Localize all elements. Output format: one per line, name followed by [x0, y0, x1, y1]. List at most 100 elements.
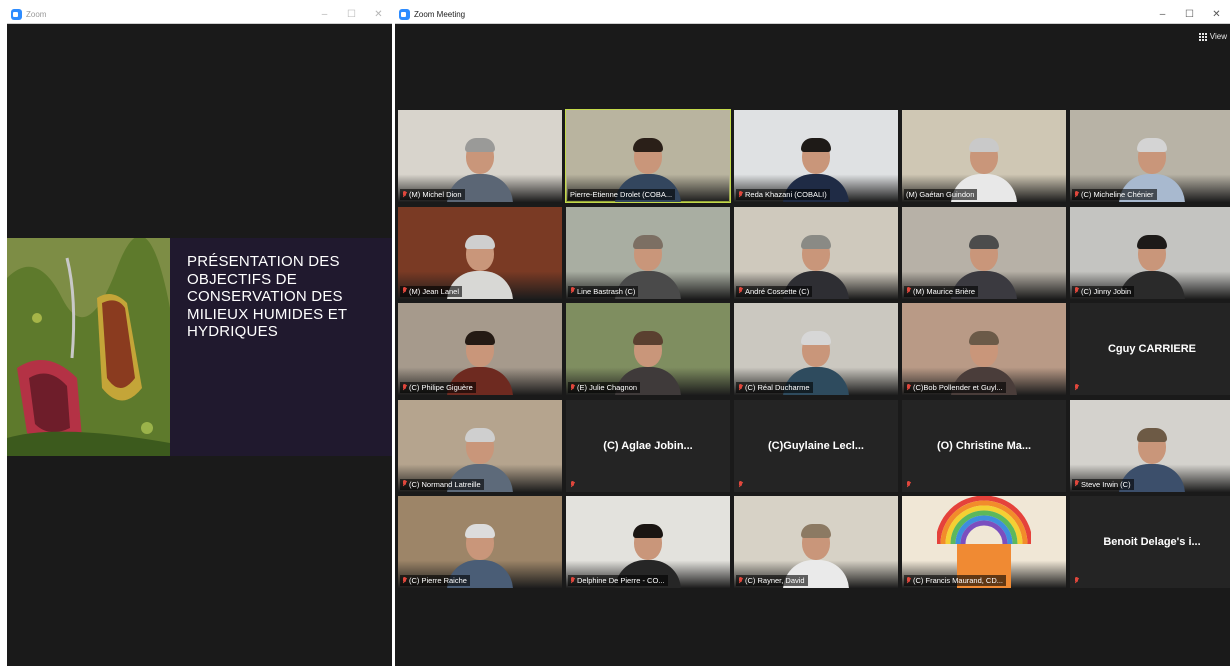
slide-title-line: HYDRIQUES — [187, 323, 278, 340]
participant-tile[interactable]: (C) Philipe Giguère — [398, 303, 562, 395]
grid-view-icon — [1198, 32, 1207, 41]
slide-title-line: OBJECTIFS DE — [187, 270, 297, 288]
muted-mic-icon — [906, 287, 911, 295]
participant-name: (C) Francis Maurand, CD... — [913, 576, 1004, 585]
participant-tile[interactable]: (C)Guylaine Lecl... — [734, 399, 898, 492]
participant-name: Benoit Delage's i... — [1103, 536, 1201, 548]
figure-hair — [801, 331, 831, 345]
participant-tile[interactable]: Pierre-Etienne Drolet (COBA... — [565, 109, 731, 203]
zoom-logo-icon — [11, 9, 22, 20]
figure-hair — [801, 138, 831, 152]
figure-hair — [633, 138, 663, 152]
muted-mic-icon — [570, 383, 575, 392]
participant-name-label: (C) Rayner, David — [736, 575, 808, 586]
participant-tile[interactable]: (M) Michel Dion — [398, 110, 562, 202]
figure-hair — [969, 331, 999, 345]
participant-name: (C)Guylaine Lecl... — [768, 439, 864, 452]
figure-hair — [633, 331, 663, 345]
zoom-logo-icon — [399, 9, 410, 20]
participant-tile[interactable]: (E) Julie Chagnon — [566, 303, 730, 395]
participant-tile[interactable]: (M) Jean Lanel — [398, 206, 562, 299]
participant-tile[interactable]: (C) Francis Maurand, CD... — [902, 496, 1066, 588]
participant-name-label: (C) Réal Ducharme — [736, 382, 813, 393]
muted-mic-icon — [906, 383, 911, 392]
close-button[interactable]: ✕ — [1203, 6, 1230, 23]
participant-name: (C) Micheline Chénier — [1081, 190, 1154, 199]
pitcher-plant-photo — [7, 238, 170, 456]
slide-title-line: CONSERVATION DES — [187, 288, 343, 305]
participant-name: (M) Jean Lanel — [409, 286, 460, 296]
participant-name: (O) Christine Ma... — [936, 439, 1032, 452]
participant-name-label: (C) Normand Latreille — [400, 478, 484, 490]
participant-tile[interactable]: (C) Jinny Jobin — [1070, 206, 1230, 299]
participant-tile[interactable]: (C) Aglae Jobin... — [566, 399, 730, 492]
share-window: Zoom – ☐ ✕ PRÉSENTATION DES OBJECTIFS DE… — [7, 6, 392, 666]
participant-name-label: (C) Philipe Giguère — [400, 382, 476, 393]
participant-name-label: Pierre-Etienne Drolet (COBA... — [568, 189, 676, 200]
muted-mic-icon — [570, 480, 575, 489]
muted-mic-icon — [570, 576, 575, 585]
muted-mic-icon — [402, 190, 407, 199]
figure-hair — [1137, 234, 1167, 249]
muted-mic-icon — [570, 287, 575, 295]
muted-mic-icon — [402, 287, 407, 295]
participant-tile[interactable]: (C) Réal Ducharme — [734, 303, 898, 395]
participant-tile[interactable]: Benoit Delage's i... — [1070, 496, 1230, 588]
participant-tile[interactable]: Line Bastrash (C) — [566, 206, 730, 299]
figure-hair — [633, 234, 663, 249]
minimize-button[interactable]: – — [1149, 6, 1176, 23]
participant-tile[interactable]: (M) Maurice Brière — [902, 206, 1066, 299]
participant-tile[interactable]: Steve Irwin (C) — [1070, 399, 1230, 492]
muted-mic-icon — [1074, 287, 1079, 295]
participant-name: (C) Jinny Jobin — [1081, 286, 1132, 296]
participant-tile[interactable]: (C) Pierre Raiche — [398, 496, 562, 588]
meeting-window-title: Zoom Meeting — [414, 10, 466, 19]
figure-hair — [801, 524, 831, 538]
participant-tile[interactable]: (C) Rayner, David — [734, 496, 898, 588]
participant-name: (C) Normand Latreille — [409, 479, 481, 489]
slide-title-line: MILIEUX HUMIDES ET — [187, 305, 348, 323]
participant-name: (C) Rayner, David — [745, 576, 805, 585]
participant-tile[interactable]: (O) Christine Ma... — [902, 399, 1066, 492]
participant-tile[interactable]: Cguy CARRIERE — [1070, 303, 1230, 395]
participant-tile[interactable]: Delphine De Pierre - CO... — [566, 496, 730, 588]
figure-hair — [465, 331, 495, 345]
maximize-button[interactable]: ☐ — [338, 6, 365, 23]
participant-name: (M) Gaétan Guindon — [906, 190, 975, 199]
muted-mic-icon — [738, 287, 743, 295]
participant-name-label: (M) Michel Dion — [400, 189, 465, 200]
muted-mic-icon — [402, 480, 407, 488]
maximize-button[interactable]: ☐ — [1176, 6, 1203, 23]
slide-title-line: PRÉSENTATION DES — [187, 253, 340, 270]
meeting-titlebar[interactable]: Zoom Meeting – ☐ ✕ — [395, 6, 1230, 24]
view-button[interactable]: View — [1198, 32, 1227, 41]
share-titlebar[interactable]: Zoom – ☐ ✕ — [7, 6, 392, 24]
participant-name: (C)Bob Pollender et Guyl... — [913, 383, 1003, 392]
participant-tile[interactable]: Reda Khazani (COBALI) — [734, 110, 898, 202]
figure-hair — [465, 427, 495, 442]
minimize-button[interactable]: – — [311, 6, 338, 23]
muted-mic-icon — [906, 480, 911, 489]
meeting-window: Zoom Meeting – ☐ ✕ View (M) Michel Dion P… — [395, 6, 1230, 666]
participant-name-label: (E) Julie Chagnon — [568, 382, 641, 393]
view-label: View — [1209, 32, 1227, 41]
participant-name: (E) Julie Chagnon — [577, 383, 638, 392]
participant-name-label: Reda Khazani (COBALI) — [736, 189, 830, 200]
participant-tile[interactable]: (C) Micheline Chénier — [1070, 110, 1230, 202]
close-button[interactable]: ✕ — [365, 6, 392, 23]
participant-name: (C) Aglae Jobin... — [603, 439, 693, 452]
participant-name-label: (M) Jean Lanel — [400, 285, 463, 297]
figure-hair — [969, 138, 999, 152]
participant-tile[interactable]: (M) Gaétan Guindon — [902, 110, 1066, 202]
participant-tile[interactable]: André Cossette (C) — [734, 206, 898, 299]
participant-name-label: (C)Bob Pollender et Guyl... — [904, 382, 1006, 393]
participant-name-label: (C) Pierre Raiche — [400, 575, 470, 586]
participant-name: (C) Pierre Raiche — [409, 576, 467, 585]
participant-name-label: (M) Gaétan Guindon — [904, 189, 978, 200]
participant-tile[interactable]: (C)Bob Pollender et Guyl... — [902, 303, 1066, 395]
muted-mic-icon — [738, 480, 743, 489]
participant-name: Pierre-Etienne Drolet (COBA... — [570, 190, 673, 199]
share-window-title: Zoom — [26, 10, 47, 19]
participant-tile[interactable]: (C) Normand Latreille — [398, 399, 562, 492]
participant-name: (C) Réal Ducharme — [745, 383, 810, 392]
